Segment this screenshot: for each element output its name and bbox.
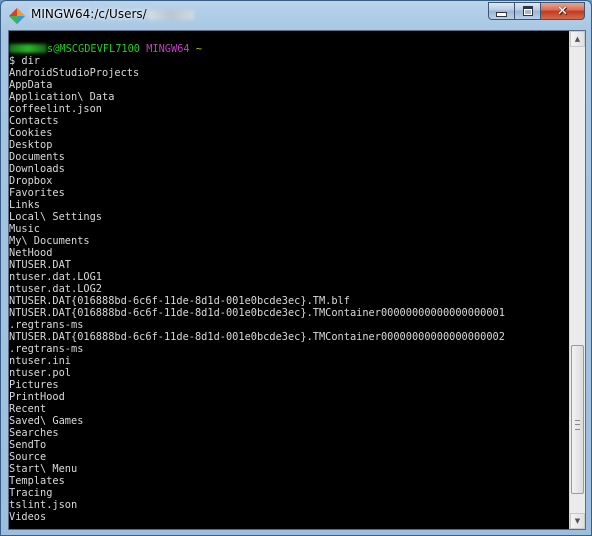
output-line: Dropbox xyxy=(9,175,53,187)
scroll-up-arrow-icon: ▲ xyxy=(574,35,581,43)
output-line: Documents xyxy=(9,151,65,163)
scrollbar-thumb[interactable] xyxy=(571,345,584,495)
output-line: Desktop xyxy=(9,139,53,151)
output-line: Source xyxy=(9,451,47,463)
output-line: Pictures xyxy=(9,379,59,391)
terminal-output[interactable]: s@MSCGDEVFL7100 MINGW64 ~ $ dir AndroidS… xyxy=(9,31,570,529)
redacted-user-prefix xyxy=(9,44,47,53)
output-line: AndroidStudioProjects xyxy=(9,67,140,79)
redacted-username xyxy=(147,9,194,20)
output-line: .regtrans-ms xyxy=(9,343,84,355)
output-line: Favorites xyxy=(9,187,65,199)
prompt-line: s@MSCGDEVFL7100 MINGW64 ~ xyxy=(9,43,570,55)
window-title-text: MINGW64:/c/Users/ xyxy=(31,7,147,21)
maximize-button[interactable] xyxy=(515,2,541,20)
prompt-user-host: s@MSCGDEVFL7100 xyxy=(47,43,140,55)
output-line: NTUSER.DAT{016888bd-6c6f-11de-8d1d-001e0… xyxy=(9,295,350,307)
minimize-icon xyxy=(496,12,507,17)
close-icon: ✕ xyxy=(557,3,568,19)
output-line: ntuser.dat.LOG1 xyxy=(9,271,102,283)
output-line: Saved\ Games xyxy=(9,415,84,427)
output-line: Start\ Menu xyxy=(9,463,78,475)
command-line: $ dir xyxy=(9,55,570,67)
terminal-client-area: s@MSCGDEVFL7100 MINGW64 ~ $ dir AndroidS… xyxy=(8,30,586,530)
prompt-path: ~ xyxy=(195,43,203,55)
minimize-button[interactable] xyxy=(488,2,515,20)
scroll-up-button[interactable]: ▲ xyxy=(570,31,585,47)
output-line: .regtrans-ms xyxy=(9,319,84,331)
output-line: AppData xyxy=(9,79,53,91)
prompt-symbol: $ xyxy=(9,55,16,67)
output-line: tslint.json xyxy=(9,499,78,511)
output-line: Local\ Settings xyxy=(9,211,102,223)
output-line: PrintHood xyxy=(9,391,65,403)
scroll-down-button[interactable]: ▼ xyxy=(570,513,585,529)
mingw-diamond-icon[interactable] xyxy=(9,8,25,24)
directory-listing: AndroidStudioProjects AppData Application\… xyxy=(9,67,570,523)
prompt-system: MINGW64 xyxy=(146,43,190,55)
close-button[interactable]: ✕ xyxy=(541,2,585,20)
maximize-icon xyxy=(522,6,533,16)
output-line: Templates xyxy=(9,475,65,487)
title-bar[interactable]: MINGW64:/c/Users/ ✕ xyxy=(1,1,591,29)
output-line: NTUSER.DAT xyxy=(9,259,71,271)
output-line: ntuser.ini xyxy=(9,355,71,367)
output-line: Searches xyxy=(9,427,59,439)
output-line: NTUSER.DAT{016888bd-6c6f-11de-8d1d-001e0… xyxy=(9,331,505,343)
output-line: Music xyxy=(9,223,40,235)
output-line: coffeelint.json xyxy=(9,103,102,115)
output-line: ntuser.dat.LOG2 xyxy=(9,283,102,295)
output-line: Tracing xyxy=(9,487,53,499)
output-line: Videos xyxy=(9,511,47,523)
scrollbar-grip-icon xyxy=(575,420,580,431)
command-text: dir xyxy=(21,55,41,67)
terminal-window: MINGW64:/c/Users/ ✕ s@MSCGDEVFL7100 MING… xyxy=(0,0,592,536)
output-line: Cookies xyxy=(9,127,53,139)
window-title: MINGW64:/c/Users/ xyxy=(31,7,194,21)
output-line: SendTo xyxy=(9,439,47,451)
window-controls: ✕ xyxy=(488,2,585,20)
output-line: My\ Documents xyxy=(9,235,90,247)
output-line: Recent xyxy=(9,403,47,415)
vertical-scrollbar[interactable]: ▲ ▼ xyxy=(569,31,585,529)
output-line: Downloads xyxy=(9,163,65,175)
output-line: Links xyxy=(9,199,40,211)
output-line: Contacts xyxy=(9,115,59,127)
output-line: ntuser.pol xyxy=(9,367,71,379)
scroll-down-arrow-icon: ▼ xyxy=(574,517,581,525)
output-line: Application\ Data xyxy=(9,91,115,103)
output-line: NTUSER.DAT{016888bd-6c6f-11de-8d1d-001e0… xyxy=(9,307,505,319)
output-line: NetHood xyxy=(9,247,53,259)
